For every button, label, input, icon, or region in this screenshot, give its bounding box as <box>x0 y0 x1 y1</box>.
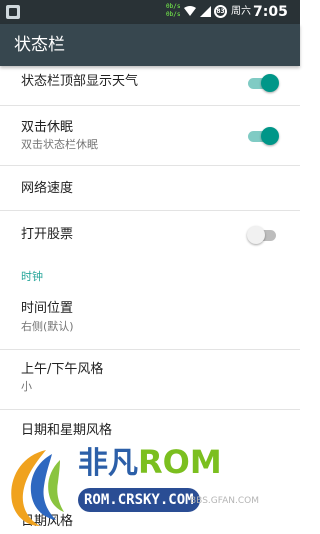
setting-title: 上午/下午风格 <box>21 362 104 377</box>
double-tap-sleep-toggle[interactable] <box>247 126 279 146</box>
setting-subtitle: 双击状态栏休眠 <box>21 138 98 151</box>
weather-toggle[interactable] <box>247 73 279 93</box>
notification-icon <box>6 5 20 19</box>
upload-speed: 0b/s <box>166 3 181 10</box>
setting-title: 时间位置 <box>21 301 74 316</box>
setting-subtitle: 小 <box>21 380 32 393</box>
setting-row-date-weekday-style[interactable]: 日期和星期风格 <box>0 410 300 468</box>
network-speed-indicator: 0b/s 0b/s <box>166 3 180 19</box>
setting-row-double-tap-sleep[interactable]: 双击休眠 双击状态栏休眠 <box>0 106 300 166</box>
section-header-clock: 时钟 <box>21 270 43 283</box>
page-title: 状态栏 <box>14 35 65 55</box>
setting-row-stocks[interactable]: 打开股票 <box>0 211 300 257</box>
setting-row-network-speed[interactable]: 网络速度 <box>0 166 300 211</box>
status-weekday: 周六 <box>231 6 251 17</box>
setting-subtitle: 右侧(默认) <box>21 320 74 333</box>
setting-title: 网络速度 <box>21 181 74 196</box>
setting-row-date-style[interactable]: 日期风格 <box>0 468 300 534</box>
status-time: 7:05 <box>253 4 288 20</box>
download-speed: 0b/s <box>166 11 181 18</box>
setting-row-ampm-style[interactable]: 上午/下午风格 小 <box>0 350 300 410</box>
status-bar: 0b/s 0b/s 83 周六 7:05 <box>0 0 300 24</box>
setting-title: 日期和星期风格 <box>21 423 113 438</box>
switch-thumb <box>261 127 279 145</box>
switch-thumb <box>261 74 279 92</box>
setting-title: 状态栏顶部显示天气 <box>21 74 139 89</box>
battery-icon: 83 <box>214 5 227 18</box>
switch-thumb <box>247 226 265 244</box>
app-bar: 状态栏 <box>0 24 300 66</box>
setting-row-weather[interactable]: 状态栏顶部显示天气 <box>0 66 300 106</box>
setting-title: 打开股票 <box>21 227 74 242</box>
stocks-toggle[interactable] <box>247 225 279 245</box>
setting-row-time-position[interactable]: 时间位置 右侧(默认) <box>0 290 300 350</box>
setting-title: 双击休眠 <box>21 120 74 135</box>
setting-title: 日期风格 <box>21 514 74 529</box>
wifi-icon <box>184 6 196 16</box>
signal-icon <box>200 6 211 17</box>
